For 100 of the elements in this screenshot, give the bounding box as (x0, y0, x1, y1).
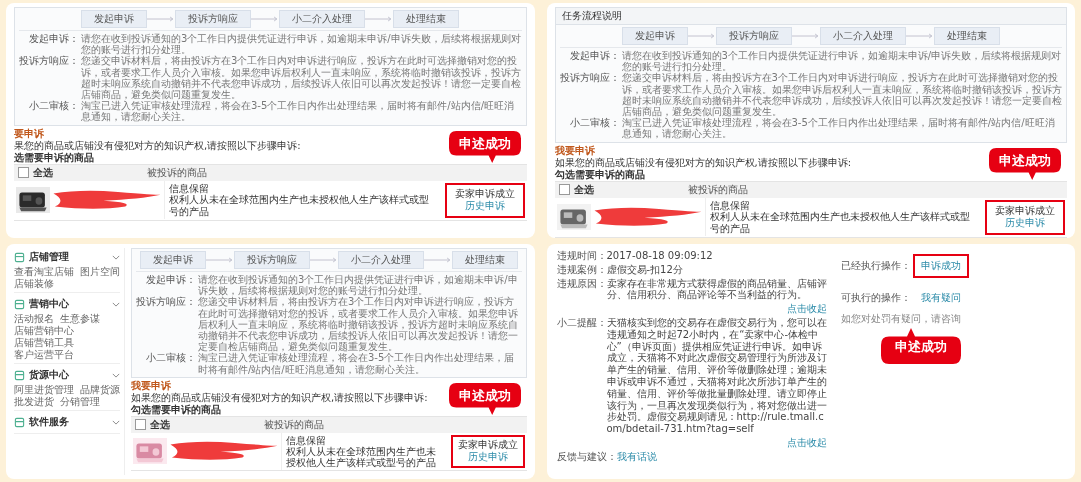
column-heading: 被投诉的商品 (687, 182, 748, 197)
menu-group-icon (14, 298, 25, 310)
note-label: 发起申诉： (145, 274, 196, 287)
note-label: 小二审核： (28, 100, 79, 114)
history-link[interactable]: 历史申诉 (1005, 217, 1045, 230)
panel-title: 任务流程说明 (555, 8, 1066, 25)
action-label: 可执行的操作： (840, 291, 911, 305)
process-step: 投诉方响应 (715, 27, 792, 45)
arrow-connector (147, 16, 176, 22)
process-step: 投诉方响应 (233, 251, 310, 269)
arrow-connector (309, 257, 338, 263)
sidebar-heading[interactable]: 营销中心 (29, 297, 108, 311)
select-all-label: 全选 (33, 165, 54, 180)
note-text: 淘宝已进入凭证审核处理流程，将会在3-5个工作日内作出处理结果，届时将有邮件/站内信/旺旺消息通知，请您耐心关注。 (81, 100, 516, 123)
sidebar-heading[interactable]: 软件服务 (29, 415, 108, 429)
action-link[interactable]: 我有疑问 (912, 286, 969, 310)
arrow-connector (687, 33, 716, 39)
instruction-text: 如果您的商品或店铺没有侵犯对方的知识产权,请按照以下步骤申诉: (554, 156, 852, 168)
field-value: 天猫核实到您的交易存在虚假交易行为，您可以在违规通知之时起72小时内，在“卖家中心-体检中心”（申诉页面）提供相应凭证进行申诉。如申诉成立，天猫将不对此次虚假交易管理行为所涉及订单产生的销量、信用、评价等做删除处理；逾期未申诉或申诉不通过，天猫将对此次所涉订单产生的销量、信用、评价等做批量删除处理。请立即停止该行为，一旦再次发现类似行为，将对您做出进一步处罚。虚假交易规则请见：http://rule.tmall.com/bdetail-731.htm?tag=self (606, 317, 827, 435)
action-note: 如您对处罚有疑问，请咨询 (840, 312, 961, 326)
field-label: 违规时间： (556, 250, 607, 262)
description-title: 信息保留 (169, 183, 209, 195)
arrow-connector (423, 257, 452, 263)
sidebar-link[interactable]: 客户运营平台 (14, 349, 74, 361)
field-label: 小二提醒： (556, 317, 607, 330)
process-step: 发起申诉 (81, 10, 148, 28)
note-text: 请您在收到投诉通知的3个工作日内提供凭证进行申诉，如逾期未申诉/申诉失败，后续将根据规则对您的账号进行扣分处理。 (621, 50, 1062, 73)
note-text: 淘宝已进入凭证审核处理流程，将会在3-5个工作日内作出处理结果，届时将有邮件/站内信/旺旺消息通知，请您耐心关注。 (621, 117, 1056, 140)
checkbox[interactable] (18, 167, 29, 178)
process-step: 发起申诉 (139, 251, 206, 269)
note-label: 发起申诉： (28, 33, 79, 46)
instruction-text: 果您的商品或店铺没有侵犯对方的知识产权,请按照以下步骤申诉: (14, 139, 301, 151)
sidebar-link[interactable]: 生意参谋 (60, 313, 100, 325)
description-text: 权利人从未在全球范围内生产也未授权他人生产该样式或型号的产品 (169, 194, 430, 217)
menu-group-icon (14, 369, 25, 381)
field-label: 违规案例： (556, 263, 607, 276)
description-title: 信息保留 (286, 434, 326, 446)
chevron-down-icon[interactable] (112, 301, 120, 307)
chevron-down-icon[interactable] (112, 419, 120, 425)
section-title: 我要申诉 (131, 379, 171, 392)
column-heading: 被投诉的商品 (264, 417, 324, 432)
note-text: 您递交申诉材料后，将由投诉方在3个工作日内对申诉进行响应，投诉方在此时可选择撤销对您的投诉，或者要求工作人员介入审核。如果您申诉后权利人一直未响应，系统将临时撤销该投诉，投诉方超时未响应系统自动撤销并不代表您申诉成功，后续投诉人依旧可以再次发起投诉！请您一定要自检店铺商品，避免类似问题重复发生。 (621, 72, 1062, 118)
callout-bubble: 申述成功 (989, 147, 1061, 180)
menu-group-icon (14, 251, 25, 263)
sidebar-link[interactable]: 图片空间 (80, 266, 120, 278)
description-text: 权利人从未在全球范围内生产也未授权他人生产该样式或型号的产品 (709, 211, 971, 234)
field-label: 反馈与建议： (556, 450, 617, 463)
collapse-link[interactable]: 点击收起 (786, 303, 827, 315)
action-link[interactable]: 申诉成功 (912, 254, 969, 278)
note-label: 投诉方响应： (136, 296, 196, 310)
feedback-link[interactable]: 我有话说 (616, 450, 657, 463)
callout-bubble: 申述成功 (448, 130, 521, 163)
checkbox[interactable] (135, 419, 146, 431)
select-all-label: 全选 (573, 182, 595, 197)
collapse-link[interactable]: 点击收起 (786, 436, 827, 448)
arrow-connector (205, 257, 234, 263)
sidebar-link[interactable]: 批发进货 (14, 396, 54, 408)
select-all-label: 全选 (150, 417, 171, 432)
sidebar-link[interactable]: 店铺营销工具 (14, 337, 74, 349)
note-label: 小二审核： (568, 117, 620, 131)
sidebar-link[interactable]: 品牌货源 (80, 384, 120, 396)
note-text: 淘宝已进入凭证审核处理流程，将会在3-5个工作日内作出处理结果，届时将有邮件/站内信/旺旺消息通知，请您耐心关注。 (198, 352, 516, 375)
action-label: 已经执行操作： (840, 259, 911, 273)
history-link[interactable]: 历史申诉 (467, 451, 508, 464)
field-value: 卖家存在非常规方式获得虚假的商品销量、店铺评分、信用积分、商品评论等不当利益的行为。 (606, 277, 827, 302)
note-text: 请您在收到投诉通知的3个工作日内提供凭证进行申诉，如逾期未申诉/申诉失败，后续将根据规则对您的账号进行扣分处理。 (81, 33, 522, 56)
field-value: 虚假交易-扣12分 (606, 263, 683, 276)
process-step: 处理结束 (393, 10, 460, 28)
chevron-down-icon[interactable] (112, 254, 120, 260)
note-text: 请您在收到投诉通知的3个工作日内提供凭证进行申诉，如逾期未申诉/申诉失败，后续将根据规则对您的账号进行扣分处理。 (198, 274, 519, 297)
note-label: 小二审核： (145, 352, 196, 366)
field-value: 2017-08-18 09:09:12 (606, 250, 713, 262)
process-step: 小二介入处理 (279, 10, 366, 28)
note-label: 发起申诉： (568, 50, 620, 63)
sidebar-link[interactable]: 分销管理 (60, 396, 100, 408)
subsection-title: 勾选需要申诉的商品 (554, 168, 645, 181)
sidebar-heading[interactable]: 店铺管理 (29, 250, 108, 264)
process-step: 投诉方响应 (175, 10, 252, 28)
arrow-connector (905, 33, 934, 39)
history-link[interactable]: 历史申诉 (464, 200, 505, 213)
note-text: 您递交申诉材料后，将由投诉方在3个工作日内对申诉进行响应，投诉方在此时可选择撤销对您的投诉，或者要求工作人员介入审核。如果您申诉后权利人一直未响应，系统将临时撤销该投诉，投诉方超时未响应系统自动撤销并不代表您申诉成功，后续投诉人依旧可以再次发起投诉！请您一定要自检店铺商品，避免类似问题重复发生。 (81, 55, 522, 101)
process-step: 发起申诉 (621, 27, 688, 45)
note-text: 您递交申诉材料后，将由投诉方在3个工作日内对申诉进行响应，投诉方在此时可选择撤销对您的投诉，或者要求工作人员介入审核。如果您申诉后权利人一直未响应，系统将临时撤销该投诉，投诉方超时未响应系统自动撤销并不代表您申诉成功，后续投诉人依旧可以再次发起投诉！请您一定要自检店铺商品，避免类似问题重复发生。 (198, 296, 519, 353)
status-text: 卖家申诉成立 (454, 187, 515, 200)
process-step: 处理结束 (933, 27, 1000, 45)
chevron-down-icon[interactable] (112, 372, 120, 378)
callout-bubble: 申述成功 (880, 328, 961, 364)
sidebar-link[interactable]: 查看淘宝店铺 (14, 266, 74, 278)
subsection-title: 选需要申诉的商品 (14, 151, 94, 164)
sidebar-link[interactable]: 店铺装修 (14, 278, 54, 290)
status-text: 卖家申诉成立 (457, 438, 518, 451)
sidebar-link[interactable]: 店铺营销中心 (14, 325, 74, 337)
checkbox[interactable] (558, 184, 570, 195)
process-step: 小二介入处理 (819, 27, 906, 45)
sidebar-link[interactable]: 活动报名 (14, 313, 54, 325)
sidebar-link[interactable]: 阿里进货管理 (14, 384, 74, 396)
arrow-connector (251, 16, 280, 22)
section-title: 我要申诉 (554, 144, 595, 157)
column-heading: 被投诉的商品 (147, 165, 207, 180)
sidebar-heading[interactable]: 货源中心 (29, 368, 108, 382)
